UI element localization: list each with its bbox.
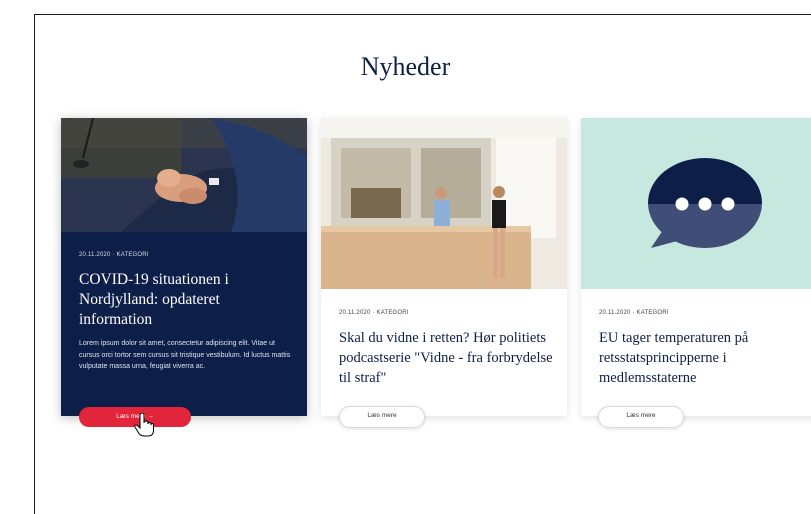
reception-photo xyxy=(321,118,567,289)
card-title[interactable]: EU tager temperaturen på retsstatsprinci… xyxy=(599,328,807,388)
read-more-button[interactable]: Læs mere xyxy=(339,406,425,428)
news-card-2[interactable]: 20.11.2020 · KATEGORI Skal du vidne i re… xyxy=(321,118,567,428)
hands-photo xyxy=(61,118,307,232)
card-title[interactable]: Skal du vidne i retten? Hør politiets po… xyxy=(339,328,553,388)
page-title: Nyheder xyxy=(360,52,451,81)
card-meta: 20.11.2020 · KATEGORI xyxy=(79,252,149,258)
news-card-3[interactable]: 20.11.2020 · KATEGORI EU tager temperatu… xyxy=(581,118,811,428)
card-title[interactable]: COVID-19 situationen i Nordjylland: opda… xyxy=(79,270,293,330)
card-meta: 20.11.2020 · KATEGORI xyxy=(339,310,409,316)
chat-bubble-icon xyxy=(581,118,811,289)
card-excerpt: Lorem ipsum dolor sit amet, consectetur … xyxy=(79,340,291,370)
card-meta: 20.11.2020 · KATEGORI xyxy=(599,310,669,316)
hand-cursor-icon xyxy=(134,413,154,437)
news-card-1[interactable]: 20.11.2020 · KATEGORI COVID-19 situation… xyxy=(61,118,307,427)
read-more-button[interactable]: Læs mere xyxy=(598,406,684,428)
